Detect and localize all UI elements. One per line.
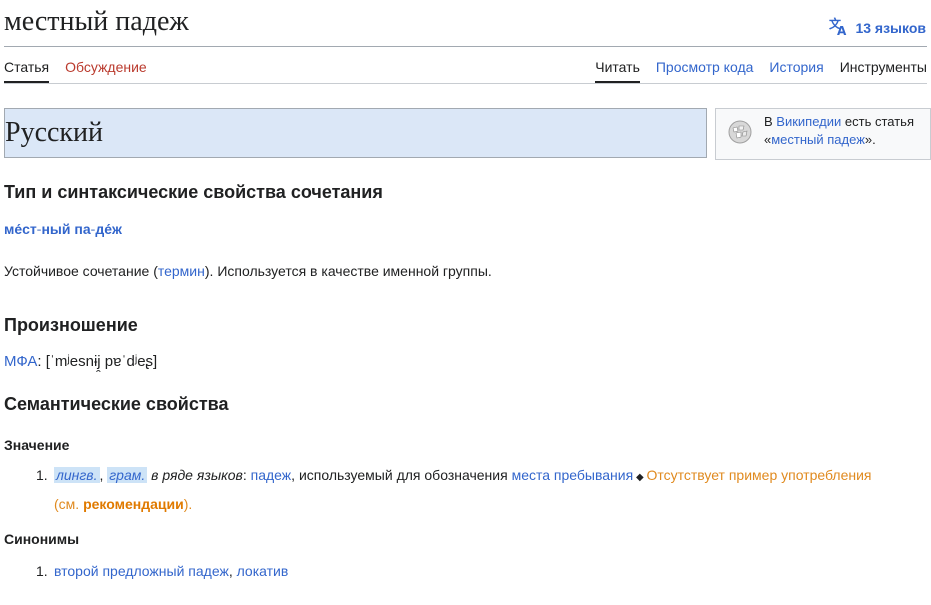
tabs-divider — [4, 83, 927, 84]
language-heading: Русский — [5, 117, 103, 148]
subheading-synonyms: Синонимы — [4, 531, 80, 547]
example-diamond: ◆ — [633, 472, 647, 483]
hyphenation-part[interactable]: ный — [41, 221, 70, 237]
title-divider — [4, 46, 927, 47]
meaning-list: 1. лингв., грам. в ряде языков: падеж, и… — [36, 462, 896, 517]
tab-discussion[interactable]: Обсуждение — [65, 59, 147, 83]
language-header-box: Русский — [4, 108, 707, 158]
tab-view-source[interactable]: Просмотр кода — [656, 59, 754, 83]
namespace-tabs: Статья Обсуждение — [4, 59, 147, 83]
sister-middle: есть статья — [841, 114, 914, 129]
recommendations-link[interactable]: рекомендации — [83, 496, 184, 512]
wikipedia-link[interactable]: Википедии — [776, 114, 841, 129]
list-item: 1. второй предложный падеж, локатив — [36, 563, 289, 579]
location-link[interactable]: места пребывания — [512, 467, 634, 483]
wikipedia-article-link[interactable]: местный падеж — [771, 132, 865, 147]
synonyms-list: 1. второй предложный падеж, локатив — [36, 558, 896, 584]
synonym-link[interactable]: второй предложный падеж — [54, 563, 229, 579]
sister-prefix: В — [764, 114, 777, 129]
case-link[interactable]: падеж — [251, 467, 292, 483]
label-gram[interactable]: грам. — [107, 467, 148, 483]
term-link[interactable]: термин — [158, 263, 205, 279]
hyphenation-part[interactable]: де́ж — [95, 221, 122, 237]
ipa-line: МФА: [ˈmʲesnɨj̯ pɐˈdʲeʂ] — [4, 353, 157, 370]
subheading-meaning: Значение — [4, 437, 70, 453]
wikipedia-box: В Википедии есть статья «местный падеж». — [715, 108, 931, 160]
list-item: 1. лингв., грам. в ряде языков: падеж, и… — [36, 467, 872, 512]
section-heading-semantics: Семантические свойства — [4, 394, 229, 414]
languages-button[interactable]: 文A 13 языков — [829, 16, 926, 39]
view-tabs: Читать Просмотр кода История Инструменты — [595, 59, 927, 83]
svg-text:A: A — [837, 24, 847, 36]
hyphenation-part[interactable]: ме́ст — [4, 221, 37, 237]
wikipedia-globe-icon — [728, 120, 752, 144]
hyphenation: ме́ст-ный па-де́ж — [4, 221, 122, 237]
languages-label: 13 языков — [855, 19, 926, 36]
tab-read[interactable]: Читать — [595, 59, 640, 83]
synonym-link[interactable]: локатив — [237, 563, 289, 579]
tab-tools[interactable]: Инструменты — [840, 59, 927, 83]
section-heading-pronunciation: Произношение — [4, 315, 138, 335]
label-ling[interactable]: лингв. — [54, 467, 100, 483]
section-heading-type: Тип и синтаксические свойства сочетания — [4, 182, 383, 202]
tab-history[interactable]: История — [769, 59, 823, 83]
page-title: местный падеж — [4, 6, 189, 37]
translate-icon: 文A — [829, 16, 849, 39]
ipa-value: : [ˈmʲesnɨj̯ pɐˈdʲeʂ] — [37, 353, 158, 370]
tab-article[interactable]: Статья — [4, 59, 50, 83]
hyphenation-part[interactable]: па — [74, 221, 90, 237]
ipa-link[interactable]: МФА — [4, 353, 37, 370]
type-description: Устойчивое сочетание (термин). Используе… — [4, 263, 492, 279]
sister-close-quote: ». — [864, 132, 876, 147]
